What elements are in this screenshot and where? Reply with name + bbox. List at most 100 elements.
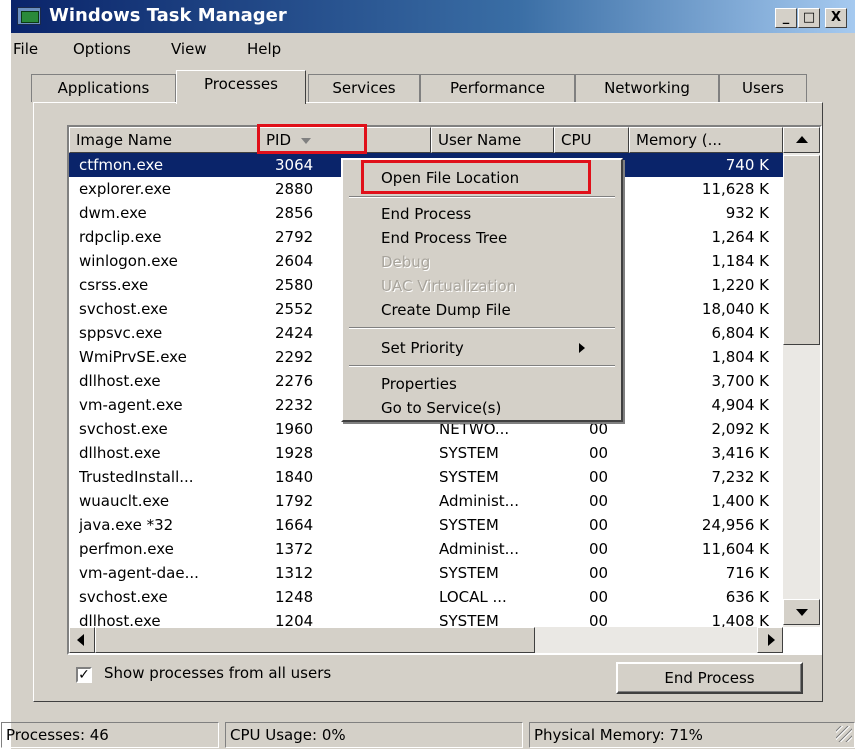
task-manager-window: Windows Task Manager _ □ X File Options …: [1, 0, 855, 749]
memory-cell: 11,628 K: [701, 180, 769, 198]
menu-view[interactable]: View: [171, 40, 207, 58]
process-name-cell: vm-agent-dae...: [79, 564, 199, 582]
user-name-cell: SYSTEM: [439, 444, 499, 462]
pid-cell: 2292: [275, 348, 314, 366]
pid-cell: 1248: [275, 588, 314, 606]
tab-processes[interactable]: Processes: [176, 70, 306, 104]
show-all-users-label[interactable]: Show processes from all users: [104, 664, 331, 682]
memory-cell: 636 K: [725, 588, 769, 606]
pid-cell: 2792: [275, 228, 314, 246]
pid-cell: 1928: [275, 444, 314, 462]
memory-cell: 932 K: [725, 204, 769, 222]
menu-separator: [349, 365, 615, 367]
menu-file[interactable]: File: [13, 40, 38, 58]
pid-cell: 1960: [275, 420, 314, 438]
column-header-cpu[interactable]: CPU: [554, 127, 629, 153]
memory-cell: 2,092 K: [711, 420, 769, 438]
menu-item-end-process-tree[interactable]: End Process Tree: [343, 226, 621, 250]
tab-networking[interactable]: Networking: [575, 74, 719, 102]
close-button[interactable]: X: [825, 8, 847, 28]
table-row[interactable]: wuauclt.exe 1792 Administ... 00 1,400 K: [69, 489, 783, 513]
cpu-cell: 00: [589, 492, 609, 510]
show-all-users-checkbox[interactable]: ✓: [76, 667, 92, 683]
menu-item-create-dump-file[interactable]: Create Dump File: [343, 298, 621, 322]
arrow-up-icon: [796, 136, 808, 143]
process-name-cell: TrustedInstall...: [79, 468, 194, 486]
task-manager-icon: [17, 7, 41, 25]
status-process-count: Processes: 46: [1, 722, 219, 748]
cpu-cell: 00: [589, 564, 609, 582]
menu-item-properties[interactable]: Properties: [343, 372, 621, 396]
process-name-cell: java.exe *32: [79, 516, 174, 534]
table-row[interactable]: java.exe *32 1664 SYSTEM 00 24,956 K: [69, 513, 783, 537]
cpu-cell: 00: [589, 540, 609, 558]
menu-options[interactable]: Options: [73, 40, 131, 58]
vertical-scroll-thumb[interactable]: [783, 155, 820, 345]
pid-cell: 1792: [275, 492, 314, 510]
memory-cell: 740 K: [725, 156, 769, 174]
title-bar[interactable]: Windows Task Manager _ □ X: [11, 0, 855, 33]
menu-item-open-file-location[interactable]: Open File Location: [343, 166, 621, 190]
memory-cell: 24,956 K: [701, 516, 769, 534]
scroll-left-button[interactable]: [69, 627, 95, 653]
memory-cell: 4,904 K: [711, 396, 769, 414]
table-row[interactable]: TrustedInstall... 1840 SYSTEM 00 7,232 K: [69, 465, 783, 489]
tab-performance[interactable]: Performance: [420, 74, 575, 102]
window-title: Windows Task Manager: [49, 5, 287, 26]
resize-grip-icon[interactable]: [836, 726, 852, 742]
table-row[interactable]: svchost.exe 1248 LOCAL ... 00 636 K: [69, 585, 783, 609]
tab-users[interactable]: Users: [719, 74, 807, 102]
user-name-cell: LOCAL ...: [439, 588, 507, 606]
process-name-cell: sppsvc.exe: [79, 324, 163, 342]
user-name-cell: SYSTEM: [439, 468, 499, 486]
pid-cell: 1840: [275, 468, 314, 486]
vertical-scrollbar[interactable]: [783, 127, 820, 627]
menu-item-set-priority[interactable]: Set Priority: [343, 336, 621, 360]
user-name-cell: SYSTEM: [439, 564, 499, 582]
menu-bar: File Options View Help: [11, 37, 855, 61]
table-row[interactable]: perfmon.exe 1372 Administ... 00 11,604 K: [69, 537, 783, 561]
column-header-pid[interactable]: PID: [259, 127, 431, 153]
minimize-button[interactable]: _: [775, 8, 797, 28]
process-name-cell: ctfmon.exe: [79, 156, 164, 174]
arrow-right-icon: [768, 634, 775, 646]
cpu-cell: 00: [589, 588, 609, 606]
user-name-cell: Administ...: [439, 492, 519, 510]
memory-cell: 11,604 K: [701, 540, 769, 558]
memory-cell: 3,700 K: [711, 372, 769, 390]
cpu-cell: 00: [589, 444, 609, 462]
menu-separator: [349, 327, 615, 329]
pid-cell: 1664: [275, 516, 314, 534]
maximize-button[interactable]: □: [798, 8, 820, 28]
scroll-up-button[interactable]: [783, 127, 820, 153]
column-header-user-name[interactable]: User Name: [431, 127, 554, 153]
user-name-cell: SYSTEM: [439, 516, 499, 534]
pid-cell: 2604: [275, 252, 314, 270]
menu-item-debug: Debug: [381, 253, 431, 271]
memory-cell: 1,804 K: [711, 348, 769, 366]
pid-cell: 1312: [275, 564, 314, 582]
table-row[interactable]: vm-agent-dae... 1312 SYSTEM 00 716 K: [69, 561, 783, 585]
tab-applications[interactable]: Applications: [31, 74, 176, 102]
memory-cell: 716 K: [725, 564, 769, 582]
memory-cell: 1,400 K: [711, 492, 769, 510]
arrow-left-icon: [77, 634, 84, 646]
end-process-button[interactable]: End Process: [616, 662, 803, 694]
scroll-right-button[interactable]: [757, 627, 783, 653]
process-name-cell: WmiPrvSE.exe: [79, 348, 187, 366]
process-name-cell: svchost.exe: [79, 588, 168, 606]
column-header-image-name[interactable]: Image Name: [69, 127, 259, 153]
process-name-cell: svchost.exe: [79, 420, 168, 438]
menu-help[interactable]: Help: [247, 40, 281, 58]
column-header-memory[interactable]: Memory (...: [629, 127, 783, 153]
table-row[interactable]: dllhost.exe 1928 SYSTEM 00 3,416 K: [69, 441, 783, 465]
menu-item-end-process[interactable]: End Process: [343, 202, 621, 226]
horizontal-scrollbar[interactable]: [69, 627, 783, 653]
pid-cell: 1372: [275, 540, 314, 558]
scroll-down-button[interactable]: [783, 599, 820, 625]
tab-services[interactable]: Services: [308, 74, 420, 102]
process-name-cell: svchost.exe: [79, 300, 168, 318]
memory-cell: 7,232 K: [711, 468, 769, 486]
menu-item-go-to-services[interactable]: Go to Service(s): [343, 396, 621, 420]
horizontal-scroll-thumb[interactable]: [95, 627, 535, 653]
